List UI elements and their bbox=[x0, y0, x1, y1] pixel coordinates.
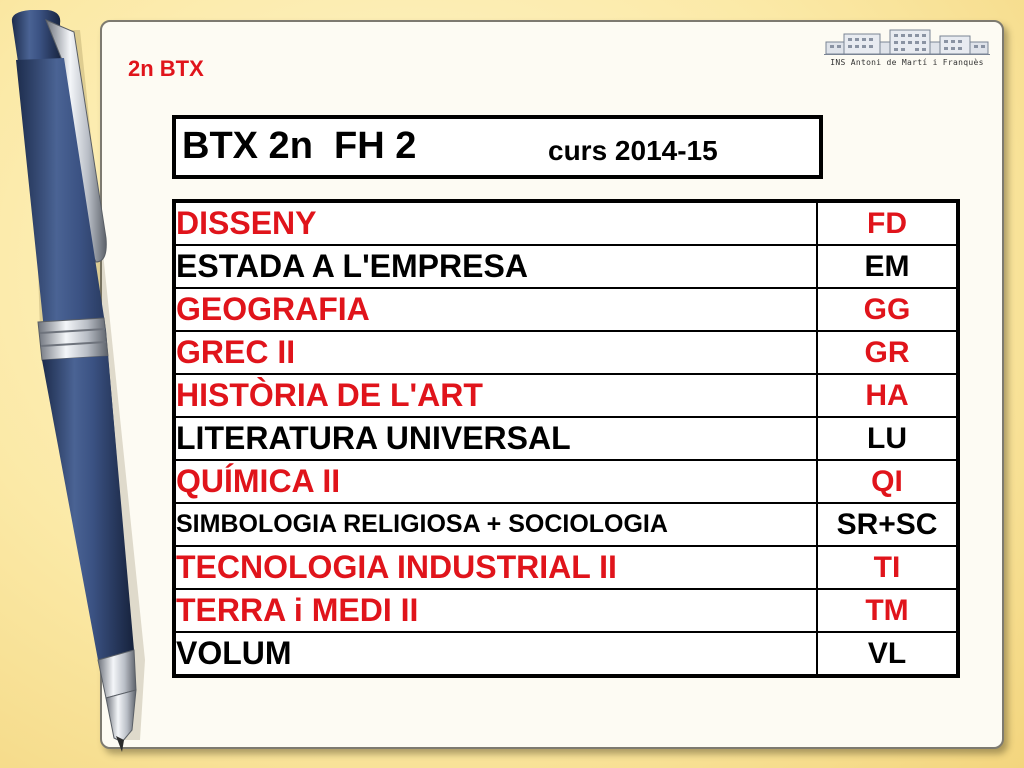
subject-code: VL bbox=[816, 631, 959, 677]
subject-code: QI bbox=[816, 459, 959, 504]
subject-name: TECNOLOGIA INDUSTRIAL II bbox=[173, 545, 818, 590]
subject-name: GEOGRAFIA bbox=[173, 287, 818, 332]
subject-name: DISSENY bbox=[173, 200, 818, 246]
subject-code: GR bbox=[816, 330, 959, 375]
subject-code: TM bbox=[816, 588, 959, 633]
pen-icon bbox=[11, 10, 145, 752]
subject-code: HA bbox=[816, 373, 959, 418]
school-logo: INS Antoni de Martí i Franquès bbox=[824, 28, 990, 72]
subject-name: GREC II bbox=[173, 330, 818, 375]
school-building-icon bbox=[824, 29, 990, 55]
subject-name: ESTADA A L'EMPRESA bbox=[173, 244, 818, 289]
subject-row: VOLUM VL bbox=[173, 631, 959, 677]
subject-name: QUÍMICA II bbox=[173, 459, 818, 504]
subject-name: SIMBOLOGIA RELIGIOSA + SOCIOLOGIA bbox=[173, 502, 818, 547]
class-name: BTX 2n FH 2 bbox=[182, 125, 417, 167]
subject-code: SR+SC bbox=[816, 502, 959, 547]
subject-name: VOLUM bbox=[173, 631, 818, 677]
subject-row: GREC II GR bbox=[173, 330, 959, 375]
class-header: BTX 2n FH 2 curs 2014-15 bbox=[172, 115, 823, 179]
subject-name: HISTÒRIA DE L'ART bbox=[173, 373, 818, 418]
subject-name: TERRA i MEDI II bbox=[173, 588, 818, 633]
subject-row: LITERATURA UNIVERSAL LU bbox=[173, 416, 959, 461]
subject-row: DISSENY FD bbox=[173, 200, 959, 246]
subject-row: GEOGRAFIA GG bbox=[173, 287, 959, 332]
subject-row: QUÍMICA II QI bbox=[173, 459, 959, 504]
subject-code: GG bbox=[816, 287, 959, 332]
subject-code: LU bbox=[816, 416, 959, 461]
school-name: INS Antoni de Martí i Franquès bbox=[830, 58, 984, 67]
subject-code: EM bbox=[816, 244, 959, 289]
subject-code: FD bbox=[816, 200, 959, 246]
subjects-table: DISSENY FD ESTADA A L'EMPRESA EM GEOGRAFIA GG… bbox=[172, 199, 960, 678]
subject-code: TI bbox=[816, 545, 959, 590]
school-year: curs 2014-15 bbox=[548, 135, 718, 166]
subject-row: SIMBOLOGIA RELIGIOSA + SOCIOLOGIA SR+SC bbox=[173, 502, 959, 547]
subject-row: ESTADA A L'EMPRESA EM bbox=[173, 244, 959, 289]
subject-name: LITERATURA UNIVERSAL bbox=[173, 416, 818, 461]
subject-row: TECNOLOGIA INDUSTRIAL II TI bbox=[173, 545, 959, 590]
subject-row: TERRA i MEDI II TM bbox=[173, 588, 959, 633]
subject-row: HISTÒRIA DE L'ART HA bbox=[173, 373, 959, 418]
